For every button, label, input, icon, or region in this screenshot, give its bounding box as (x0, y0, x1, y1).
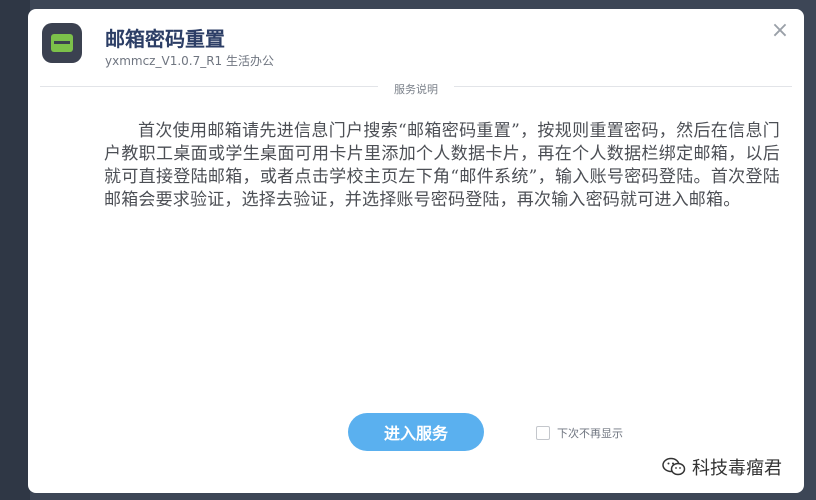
wechat-icon (662, 457, 686, 476)
watermark-text: 科技毒瘤君 (692, 458, 782, 479)
enter-service-button[interactable]: 进入服务 (348, 413, 484, 451)
app-screen-glyph (51, 34, 73, 52)
watermark: 科技毒瘤君 (662, 454, 782, 480)
backdrop (0, 0, 30, 500)
section-label: 服务说明 (378, 81, 454, 97)
service-dialog: 邮箱密码重置 yxmmcz_V1.0.7_R1 生活办公 × 服务说明 首次使用… (28, 9, 804, 493)
dont-show-again-checkbox[interactable] (536, 426, 550, 440)
section-label-wrap: 服务说明 (28, 78, 804, 97)
service-description: 首次使用邮箱请先进信息门户搜索“邮箱密码重置”，按规则重置密码，然后在信息门户教… (104, 121, 780, 210)
close-icon[interactable]: × (768, 19, 792, 43)
dont-show-again-option[interactable]: 下次不再显示 (536, 425, 623, 441)
dialog-title: 邮箱密码重置 (105, 27, 225, 51)
app-screen-icon (42, 23, 82, 63)
dialog-subtitle: yxmmcz_V1.0.7_R1 生活办公 (105, 54, 275, 68)
dont-show-again-label: 下次不再显示 (557, 427, 623, 440)
